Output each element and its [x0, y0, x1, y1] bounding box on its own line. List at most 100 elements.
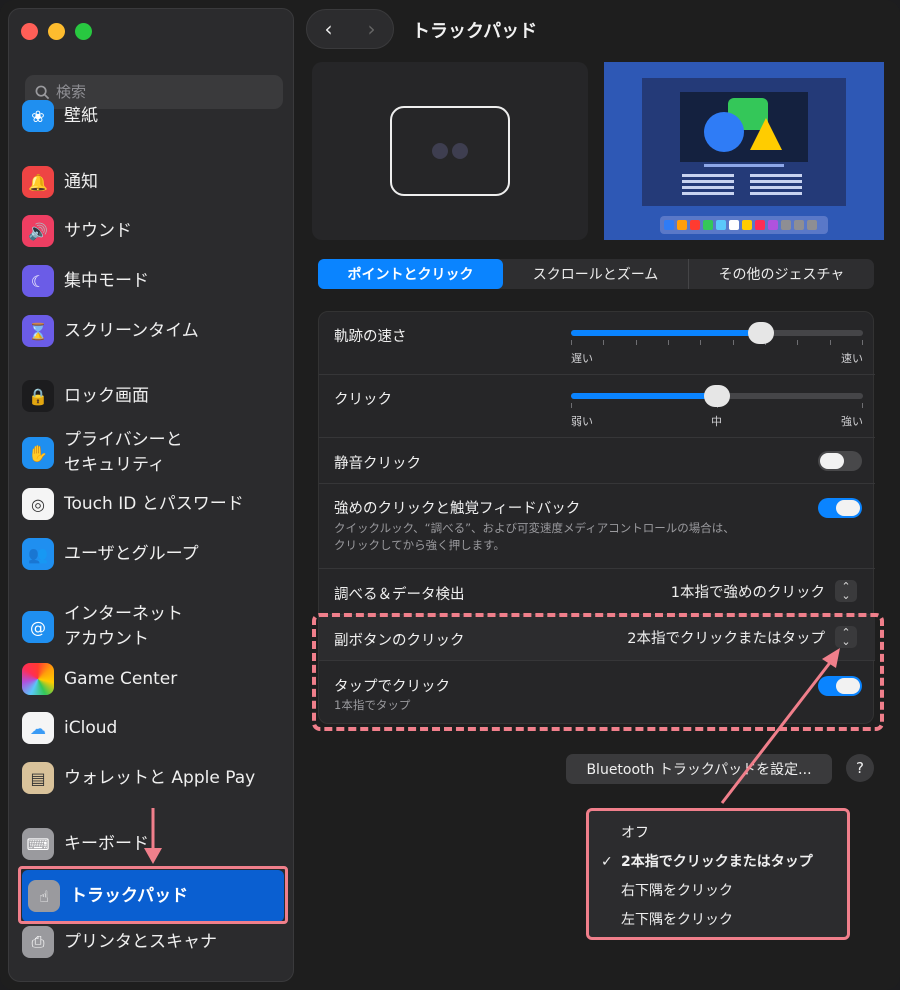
tab-bar: ポイントとクリック スクロールとズーム その他のジェスチャ: [318, 259, 874, 289]
menu-item-bottom-left[interactable]: 左下隅をクリック: [589, 906, 847, 935]
sidebar-item-label: サウンド: [64, 220, 132, 241]
minimize-button[interactable]: [48, 23, 65, 40]
close-button[interactable]: [21, 23, 38, 40]
checkmark-icon: ✓: [601, 854, 613, 870]
force-click-row: 強めのクリックと触覚フィードバック クイックルック、“調べる”、および可変速度メ…: [319, 484, 875, 569]
silent-click-label: 静音クリック: [334, 456, 421, 472]
sidebar-item-printer[interactable]: ⎙ プリンタとスキャナ: [14, 926, 278, 958]
settings-window: ❀ 壁紙 🔔 通知 🔊 サウンド ☾ 集中モード ⌛ スクリーンタイム 🔒 ロック画面 ✋ プライバシーと…: [0, 0, 900, 990]
printer-icon: ⎙: [22, 926, 54, 958]
secondary-click-value: 2本指でクリックまたはタップ: [627, 630, 825, 647]
menu-item-label: 2本指でクリックまたはタップ: [621, 854, 813, 870]
screen-preview-image: [604, 62, 884, 240]
sidebar-item-label: ユーザとグループ: [64, 543, 199, 564]
sidebar-item-label: 壁紙: [64, 105, 98, 126]
force-click-description: クイックルック、“調べる”、および可変速度メディアコントロールの場合は、 クリッ…: [334, 521, 735, 552]
click-pressure-max-label: 強い: [841, 415, 863, 428]
sidebar-item-users[interactable]: 👥 ユーザとグループ: [14, 538, 278, 570]
zoom-button[interactable]: [75, 23, 92, 40]
keyboard-icon: ⌨: [22, 828, 54, 860]
tab-point-and-click[interactable]: ポイントとクリック: [318, 259, 503, 289]
search-input[interactable]: [56, 83, 256, 101]
tap-to-click-description: 1本指でタップ: [334, 698, 411, 712]
menu-item-label: 右下隅をクリック: [621, 883, 733, 899]
tracking-speed-row: 軌跡の速さ 遅い 速い: [319, 312, 875, 375]
force-click-toggle[interactable]: [818, 498, 862, 518]
users-icon: 👥: [22, 538, 54, 570]
wallet-icon: ▤: [22, 762, 54, 794]
secondary-click-popup[interactable]: 2本指でクリックまたはタップ ⌃ ⌄: [627, 626, 857, 648]
sidebar-item-lock[interactable]: 🔒 ロック画面: [14, 380, 278, 412]
tap-to-click-label: タップでクリック: [334, 679, 450, 695]
fingerprint-icon: ◎: [22, 488, 54, 520]
speaker-icon: 🔊: [22, 215, 54, 247]
sidebar-item-fingerprint[interactable]: ◎ Touch ID とパスワード: [14, 488, 278, 520]
at-icon: @: [22, 611, 54, 643]
chevron-updown-icon: ⌃ ⌄: [835, 626, 857, 648]
silent-click-row: 静音クリック: [319, 438, 875, 484]
hand-icon: ✋: [22, 437, 54, 469]
sidebar-item-at[interactable]: @ インターネット アカウント: [14, 602, 278, 652]
history-nav: ‹ ›: [306, 9, 394, 49]
sidebar-item-wallpaper[interactable]: ❀ 壁紙: [14, 100, 278, 132]
sidebar-item-label: プライバシーと セキュリティ: [64, 430, 183, 475]
click-pressure-slider-knob[interactable]: [704, 385, 730, 407]
lookup-label: 調べる＆データ検出: [334, 587, 465, 603]
settings-panel: 軌跡の速さ 遅い 速い クリック 弱い 中 強い 静音クリック 強めのクリックと…: [318, 311, 875, 724]
sidebar-item-bell[interactable]: 🔔 通知: [14, 166, 278, 198]
trackpad-gesture-preview: [312, 62, 588, 240]
click-pressure-label: クリック: [334, 392, 392, 408]
sidebar-item-wallet[interactable]: ▤ ウォレットと Apple Pay: [14, 762, 278, 794]
menu-item-two-finger[interactable]: ✓ 2本指でクリックまたはタップ: [589, 848, 847, 877]
help-button[interactable]: ?: [846, 754, 874, 782]
tracking-speed-label: 軌跡の速さ: [334, 329, 407, 345]
lookup-popup[interactable]: 1本指で強めのクリック ⌃ ⌄: [671, 580, 857, 602]
secondary-click-label: 副ボタンのクリック: [334, 633, 465, 649]
silent-click-toggle[interactable]: [818, 451, 862, 471]
menu-item-off[interactable]: オフ: [589, 819, 847, 848]
tracking-speed-slider-knob[interactable]: [747, 322, 774, 344]
lock-icon: 🔒: [22, 380, 54, 412]
tap-to-click-row: タップでクリック 1本指でタップ: [319, 661, 875, 723]
back-button[interactable]: ‹: [325, 17, 333, 41]
trackpad-illustration: [390, 106, 510, 196]
sidebar-item-label: 集中モード: [64, 270, 149, 291]
moon-icon: ☾: [22, 265, 54, 297]
chevron-updown-icon: ⌃ ⌄: [835, 580, 857, 602]
sidebar-item-label: 通知: [64, 171, 98, 192]
desktop-preview-icon: [642, 78, 846, 234]
click-pressure-mid-label: 中: [711, 415, 722, 428]
cloud-icon: ☁: [22, 712, 54, 744]
sidebar-item-label: インターネット アカウント: [64, 604, 183, 649]
force-click-label: 強めのクリックと触覚フィードバック: [334, 501, 581, 517]
hourglass-icon: ⌛: [22, 315, 54, 347]
menu-item-label: オフ: [621, 825, 649, 841]
sidebar-item-cloud[interactable]: ☁ iCloud: [14, 712, 278, 744]
tab-more-gestures[interactable]: その他のジェスチャ: [689, 259, 874, 289]
bluetooth-trackpad-setup-button[interactable]: Bluetooth トラックパッドを設定...: [566, 754, 832, 784]
lookup-value: 1本指で強めのクリック: [670, 584, 825, 601]
sidebar-item-hourglass[interactable]: ⌛ スクリーンタイム: [14, 315, 278, 347]
sidebar-item-label: スクリーンタイム: [64, 320, 199, 341]
sidebar-item-hand[interactable]: ✋ プライバシーと セキュリティ: [14, 428, 278, 478]
sidebar-item-label: ウォレットと Apple Pay: [64, 767, 256, 788]
bell-icon: 🔔: [22, 166, 54, 198]
game-center-icon: [22, 663, 54, 695]
tab-scroll-and-zoom[interactable]: スクロールとズーム: [503, 259, 689, 289]
sidebar-item-game-center[interactable]: Game Center: [14, 663, 278, 695]
sidebar-item-moon[interactable]: ☾ 集中モード: [14, 265, 278, 297]
tap-to-click-toggle[interactable]: [818, 676, 862, 696]
secondary-click-row: 副ボタンのクリック 2本指でクリックまたはタップ ⌃ ⌄: [319, 615, 875, 661]
click-pressure-row: クリック 弱い 中 強い: [319, 375, 875, 438]
menu-item-bottom-right[interactable]: 右下隅をクリック: [589, 877, 847, 906]
forward-button[interactable]: ›: [368, 17, 376, 41]
wallpaper-icon: ❀: [22, 100, 54, 132]
sidebar-item-label: iCloud: [64, 717, 118, 738]
selection-highlight-box: [18, 866, 288, 924]
sidebar-item-label: ロック画面: [64, 385, 149, 406]
sidebar-item-keyboard[interactable]: ⌨ キーボード: [14, 828, 278, 860]
secondary-click-menu: オフ ✓ 2本指でクリックまたはタップ 右下隅をクリック 左下隅をクリック: [586, 808, 850, 940]
sidebar-item-label: キーボード: [64, 833, 149, 854]
sidebar-item-speaker[interactable]: 🔊 サウンド: [14, 215, 278, 247]
tracking-speed-max-label: 速い: [841, 352, 863, 365]
